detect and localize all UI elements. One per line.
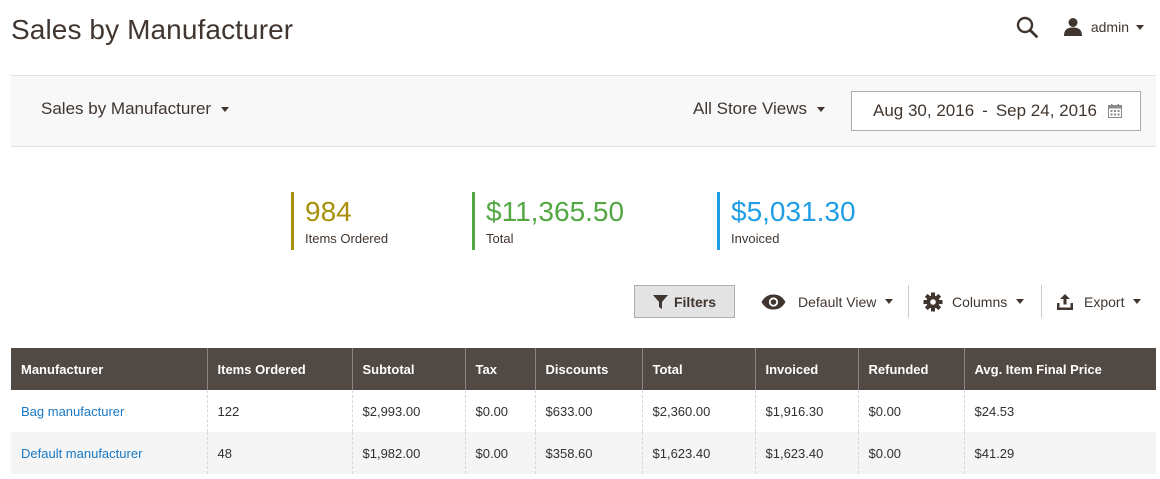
stat-items-ordered-value: 984 [305,196,352,227]
search-icon[interactable] [1015,15,1039,39]
grid-header-row: Manufacturer Items Ordered Subtotal Tax … [11,348,1156,390]
manufacturer-link[interactable]: Bag manufacturer [21,404,124,419]
user-name: admin [1090,19,1129,35]
column-header-discounts[interactable]: Discounts [534,348,642,390]
cell-discounts: $633.00 [534,390,642,432]
cell-subtotal: $1,982.00 [351,432,465,474]
cell-invoiced: $1,623.40 [754,432,858,474]
columns-control-label: Columns [952,293,1008,310]
report-toolbar: Sales by Manufacturer All Store Views Au… [11,75,1156,147]
chevron-down-icon [1136,24,1144,30]
filters-button-label: Filters [673,293,716,310]
stat-invoiced-value: $5,031.30 [731,196,856,227]
cell-invoiced: $1,916.30 [754,390,858,432]
export-icon [1057,293,1073,310]
cell-avg-item-final-price: $41.29 [963,432,1156,474]
gear-icon [923,292,943,311]
chevron-down-icon [885,299,894,304]
date-separator: - [982,101,988,120]
toolbar-divider [908,285,909,318]
chevron-down-icon [221,106,230,112]
cell-refunded: $0.00 [857,390,964,432]
store-view-switcher[interactable]: All Store Views [693,99,825,119]
table-row: Default manufacturer 48 $1,982.00 $0.00 … [11,432,1156,474]
report-switcher[interactable]: Sales by Manufacturer [41,99,230,119]
report-grid: Manufacturer Items Ordered Subtotal Tax … [11,348,1156,474]
date-from: Aug 30, 2016 [873,101,975,120]
stat-items-ordered: 984 Items Ordered [291,192,388,250]
table-row: Bag manufacturer 122 $2,993.00 $0.00 $63… [11,390,1156,432]
export-control-label: Export [1084,293,1125,310]
user-menu[interactable]: admin [1063,17,1144,37]
chevron-down-icon [1016,299,1025,304]
cell-discounts: $358.60 [534,432,642,474]
cell-avg-item-final-price: $24.53 [963,390,1156,432]
stat-invoiced-label: Invoiced [731,231,780,246]
filters-button[interactable]: Filters [634,285,735,318]
chevron-down-icon [1133,299,1142,304]
stat-invoiced: $5,031.30 Invoiced [717,192,856,250]
manufacturer-link[interactable]: Default manufacturer [21,446,142,461]
cell-total: $2,360.00 [641,390,755,432]
cell-manufacturer: Default manufacturer [11,432,207,474]
page-title: Sales by Manufacturer [11,14,294,45]
stat-total-value: $11,365.50 [486,196,625,227]
column-header-total[interactable]: Total [641,348,755,390]
column-header-manufacturer[interactable]: Manufacturer [11,348,207,390]
chevron-down-icon [817,106,825,112]
cell-manufacturer: Bag manufacturer [11,390,207,432]
columns-control[interactable]: Columns [923,285,1025,318]
column-header-refunded[interactable]: Refunded [857,348,964,390]
stat-total-label: Total [486,231,514,246]
cell-items-ordered: 48 [206,432,352,474]
column-header-items-ordered[interactable]: Items Ordered [206,348,352,390]
cell-total: $1,623.40 [641,432,755,474]
report-switcher-label: Sales by Manufacturer [41,99,212,118]
calendar-icon[interactable] [1108,104,1122,118]
store-view-label: All Store Views [692,99,807,118]
cell-refunded: $0.00 [857,432,964,474]
column-header-avg-item-final-price[interactable]: Avg. Item Final Price [963,348,1156,390]
cell-tax: $0.00 [464,432,535,474]
header-actions: admin [1015,14,1144,40]
cell-items-ordered: 122 [206,390,352,432]
date-to: Sep 24, 2016 [995,101,1097,120]
column-header-invoiced[interactable]: Invoiced [754,348,858,390]
user-icon [1063,18,1082,36]
column-header-tax[interactable]: Tax [464,348,535,390]
cell-subtotal: $2,993.00 [351,390,465,432]
stat-items-ordered-label: Items Ordered [305,231,389,246]
stat-total: $11,365.50 Total [472,192,624,250]
export-control[interactable]: Export [1056,285,1142,318]
cell-tax: $0.00 [464,390,535,432]
toolbar-divider [1041,285,1042,318]
view-switcher[interactable]: Default View [761,285,894,318]
date-range-picker[interactable]: Aug 30, 2016 - Sep 24, 2016 [851,91,1141,131]
view-switcher-label: Default View [798,293,877,310]
column-header-subtotal[interactable]: Subtotal [351,348,465,390]
filter-icon [652,294,668,309]
eye-icon [761,294,786,309]
